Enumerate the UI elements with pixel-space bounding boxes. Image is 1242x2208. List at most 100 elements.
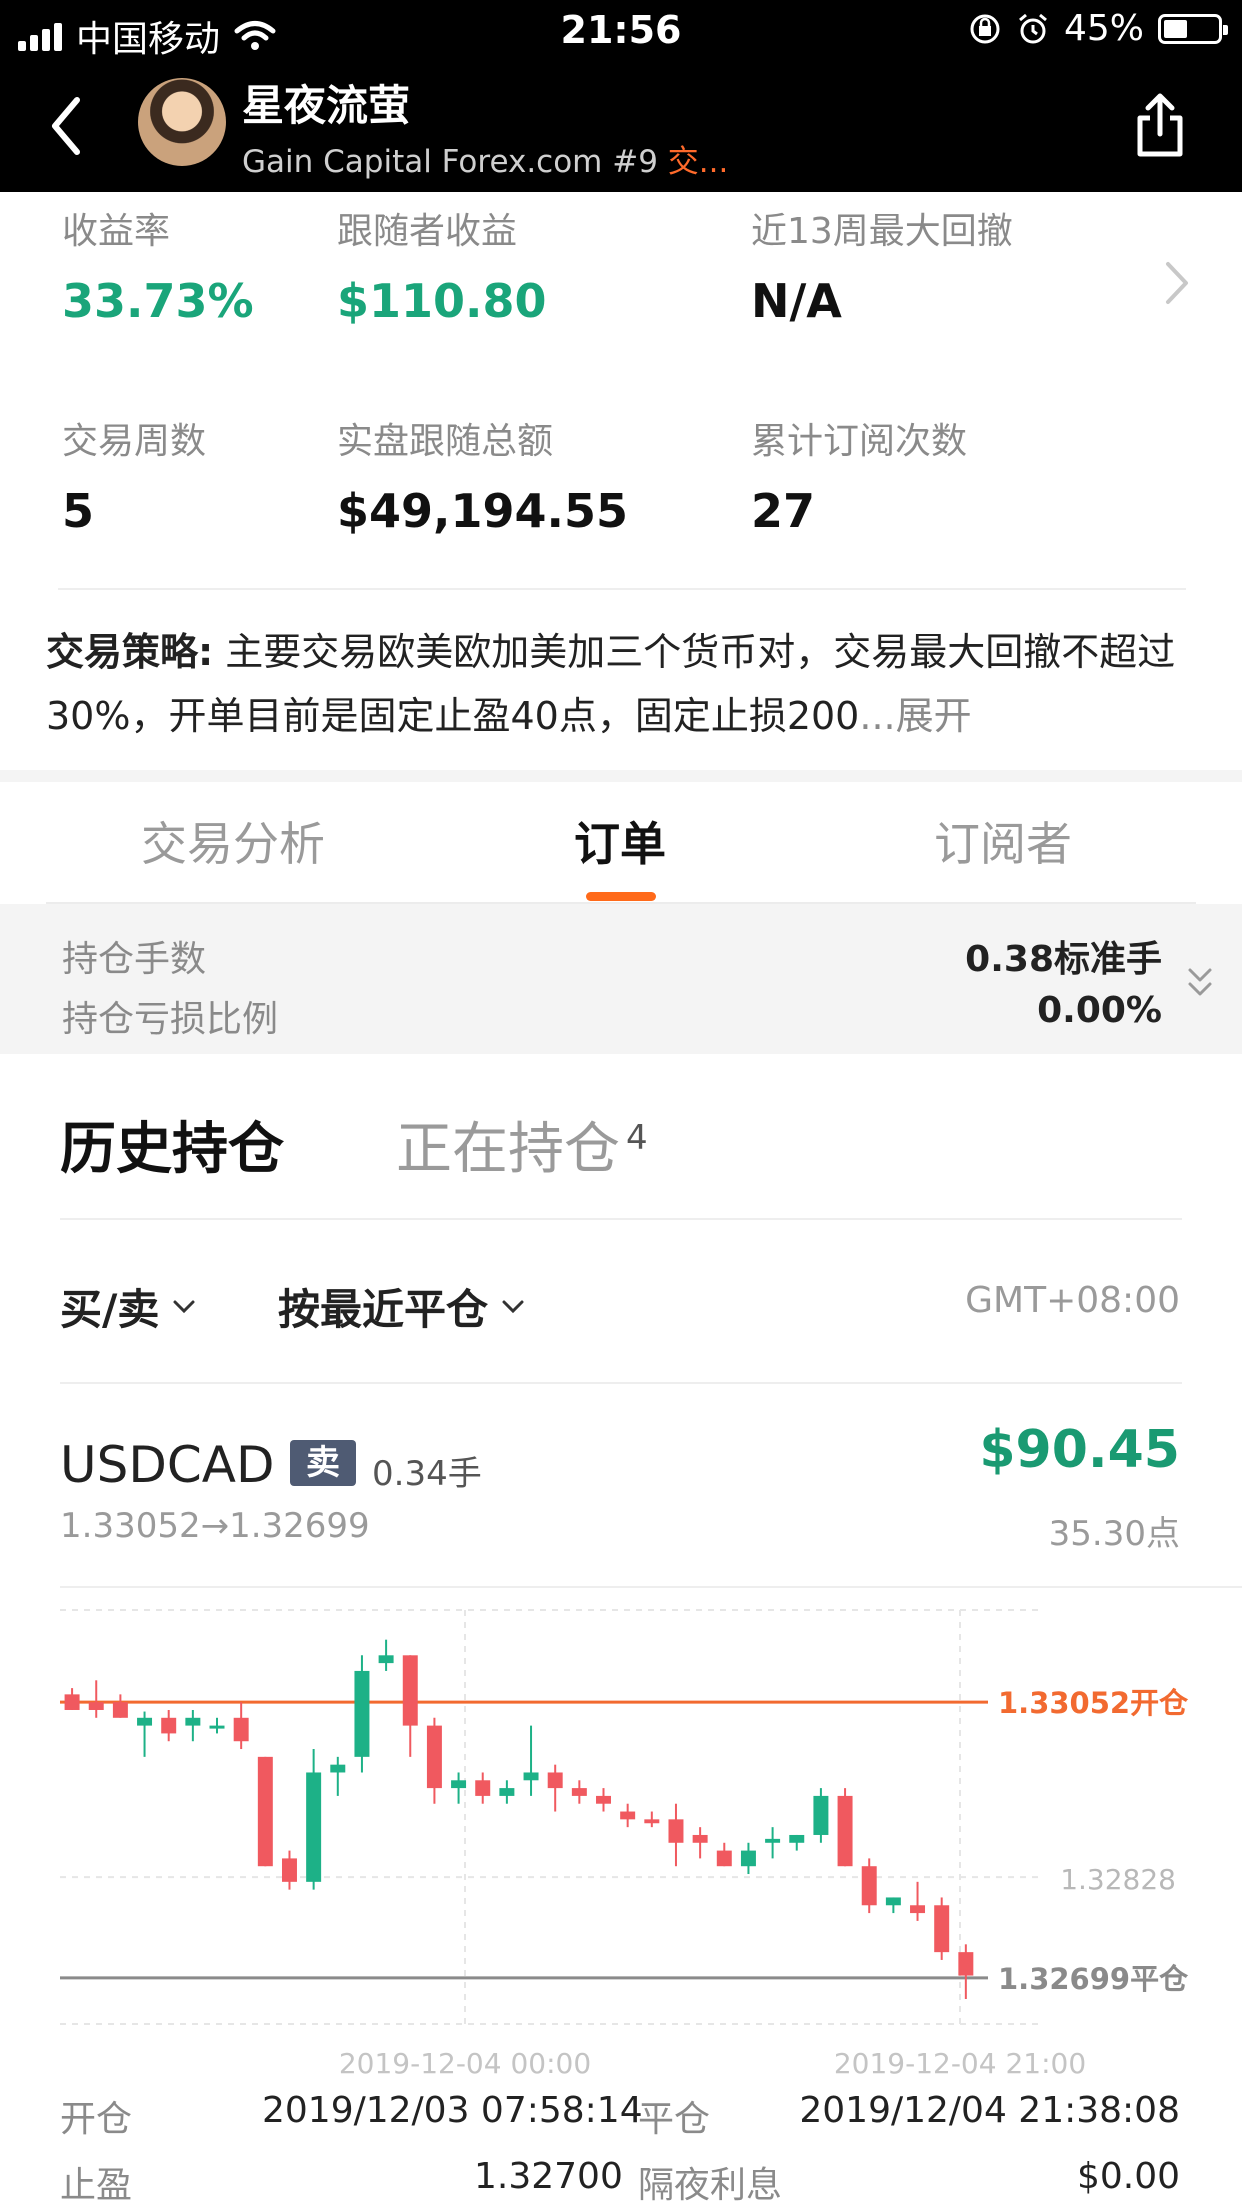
chevron-down-icon — [173, 1300, 195, 1313]
candle-body — [716, 1850, 732, 1867]
share-button[interactable] — [1130, 90, 1190, 160]
candle-body — [765, 1838, 781, 1843]
candle-body — [958, 1952, 974, 1976]
chevron-right-icon[interactable] — [1162, 258, 1192, 308]
candle-body — [692, 1834, 708, 1843]
section-gap — [0, 770, 1242, 782]
candle-body — [330, 1764, 346, 1773]
candle-body — [813, 1795, 829, 1835]
trade-lots: 0.34手 — [372, 1454, 482, 1494]
close-price-label: 1.32699平仓 — [998, 1962, 1189, 1996]
avatar[interactable] — [138, 78, 226, 166]
candle-body — [475, 1780, 491, 1796]
candle-body — [137, 1717, 153, 1726]
subs-value: 27 — [751, 484, 816, 538]
x-tick-label: 2019-12-04 21:00 — [834, 2047, 1086, 2080]
trade-side-badge: 卖 — [290, 1440, 356, 1486]
candle-body — [644, 1819, 660, 1824]
history-positions-tab[interactable]: 历史持仓 — [60, 1104, 284, 1185]
divider — [60, 1382, 1182, 1384]
candle-body — [571, 1788, 587, 1796]
close-time: 2019/12/04 21:38:08 — [799, 2090, 1180, 2131]
trader-name: 星夜流萤 — [242, 81, 411, 130]
nav-bar: 星夜流萤 Gain Capital Forex.com #9 交... — [0, 64, 1242, 192]
subtitle-tag: 交... — [667, 144, 729, 180]
strategy-text[interactable]: 交易策略: 主要交易欧美欧加美加三个货币对，交易最大回撤不超过30%，开单目前是… — [46, 620, 1196, 748]
lots-value: 0.38标准手 — [965, 939, 1162, 980]
loss-ratio-value: 0.00% — [1037, 990, 1162, 1031]
candle-body — [161, 1717, 177, 1734]
candle-body — [64, 1694, 80, 1710]
expand-link[interactable]: 展开 — [896, 694, 972, 738]
candle-body — [451, 1780, 467, 1789]
candle-body — [934, 1905, 950, 1953]
lots-label: 持仓手数 — [62, 939, 207, 980]
divider — [58, 588, 1186, 590]
x-tick-label: 2019-12-04 00:00 — [339, 2047, 591, 2080]
chevron-left-icon — [52, 97, 80, 155]
holdings-summary[interactable]: 持仓手数 0.38标准手 持仓亏损比例 0.00% — [0, 904, 1242, 1054]
candle-body — [185, 1717, 201, 1726]
trade-symbol: USDCAD — [60, 1436, 275, 1494]
candle-body — [233, 1717, 249, 1742]
broker-label: Gain Capital Forex.com #9 — [242, 144, 658, 180]
weeks-label: 交易周数 — [62, 421, 207, 462]
back-button[interactable] — [36, 86, 96, 166]
y-tick-label: 1.32828 — [1060, 1863, 1176, 1896]
swap-label: 隔夜利息 — [638, 2165, 783, 2206]
candle-body — [499, 1788, 515, 1796]
take-profit-value: 1.32700 — [474, 2156, 623, 2197]
candle-body — [112, 1702, 128, 1718]
candlestick-chart: 1.32828 1.33052开仓 1.32699平仓 2019-12-04 00:0… — [60, 1609, 1189, 2080]
candle-body — [281, 1858, 297, 1882]
candle-body — [306, 1772, 322, 1882]
status-right: 45% — [968, 8, 1228, 49]
open-time: 2019/12/03 07:58:14 — [262, 2090, 643, 2131]
follow-total-label: 实盘跟随总额 — [337, 421, 554, 462]
side-filter-label: 买/卖 — [60, 1285, 160, 1334]
trade-prices: 1.33052→1.32699 — [60, 1506, 370, 1546]
alarm-icon — [1019, 13, 1047, 43]
orientation-lock-icon — [970, 14, 1000, 43]
candle-body — [620, 1811, 636, 1820]
loss-ratio-label: 持仓亏损比例 — [62, 999, 279, 1040]
follower-profit-label: 跟随者收益 — [337, 211, 518, 252]
trade-pnl: $90.45 — [979, 1420, 1180, 1480]
timezone-label: GMT+08:00 — [965, 1280, 1180, 1321]
tab-orders[interactable]: 订单 — [574, 808, 666, 874]
swap-value: $0.00 — [1076, 2156, 1180, 2197]
candle-body — [257, 1756, 273, 1867]
open-price-label: 1.33052开仓 — [998, 1686, 1189, 1720]
candle-body — [596, 1795, 611, 1804]
candle-body — [885, 1897, 901, 1906]
follower-profit-value: $110.80 — [337, 274, 547, 328]
battery-icon — [1158, 13, 1228, 44]
return-label: 收益率 — [62, 211, 171, 252]
side-filter[interactable]: 买/卖 — [60, 1276, 197, 1337]
subs-label: 累计订阅次数 — [751, 421, 968, 462]
follow-total-value: $49,194.55 — [337, 484, 629, 538]
candle-body — [523, 1772, 539, 1781]
strategy-label: 交易策略: — [46, 630, 214, 674]
candle-body — [740, 1850, 756, 1867]
take-profit-label: 止盈 — [60, 2165, 133, 2206]
open-count-badge: 4 — [626, 1118, 648, 1158]
sort-filter[interactable]: 按最近平仓 — [278, 1276, 526, 1337]
candle-body — [789, 1834, 805, 1843]
weeks-value: 5 — [62, 484, 95, 538]
candle-body — [861, 1866, 877, 1906]
tab-indicator — [586, 892, 656, 901]
double-chevron-down-icon[interactable] — [1186, 966, 1214, 1000]
candle-body — [837, 1795, 853, 1867]
share-icon — [1137, 93, 1183, 157]
status-bar: 中国移动 21:56 45% — [0, 0, 1242, 64]
candle-body — [209, 1725, 225, 1729]
tab-analysis[interactable]: 交易分析 — [141, 808, 325, 874]
tab-subscribers[interactable]: 订阅者 — [934, 808, 1072, 874]
candle-body — [354, 1670, 370, 1757]
top-bar: 中国移动 21:56 45% 星夜流萤 Gain Capital Forex.c… — [0, 0, 1242, 192]
candle-body — [402, 1655, 418, 1726]
open-positions-tab[interactable]: 正在持仓 — [396, 1104, 620, 1185]
strategy-ellipsis: ... — [859, 694, 896, 738]
open-label: 开仓 — [60, 2099, 133, 2140]
